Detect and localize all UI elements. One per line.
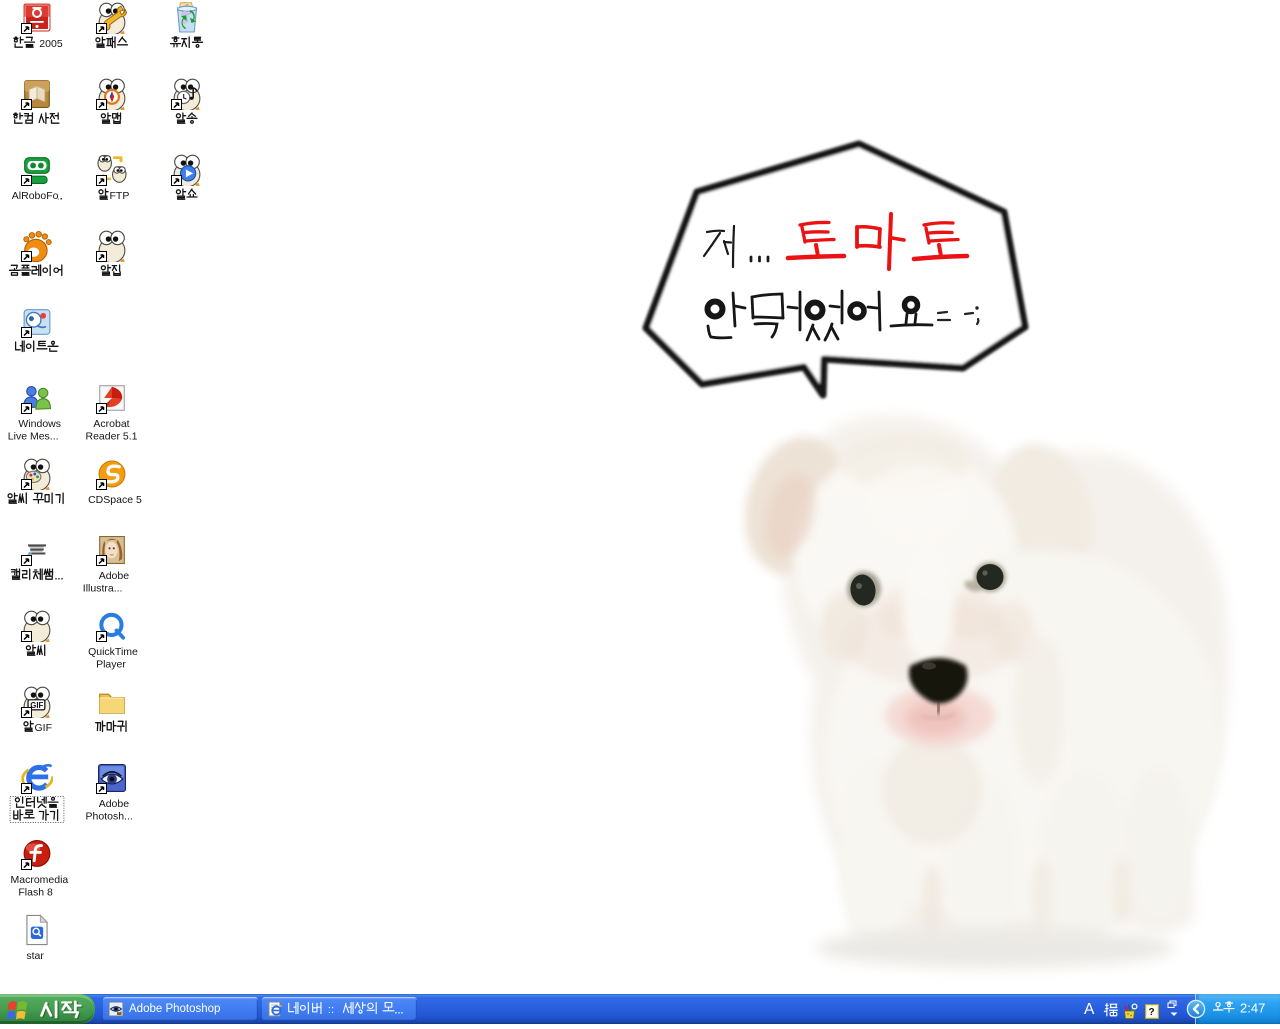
svg-text:GIF: GIF [35, 722, 53, 734]
svg-text:Live Mes...: Live Mes... [8, 431, 59, 443]
svg-text:Macromedia: Macromedia [11, 874, 69, 886]
svg-text:Player: Player [96, 659, 126, 671]
svg-text:Adobe: Adobe [99, 798, 130, 810]
svg-text:?: ? [1149, 1007, 1155, 1018]
svg-text:FTP: FTP [110, 190, 130, 202]
svg-text:Reader 5.1: Reader 5.1 [86, 431, 138, 443]
svg-text:Windows: Windows [18, 418, 61, 430]
svg-text:QuickTime: QuickTime [88, 646, 138, 658]
svg-text:AlRoboFo: AlRoboFo [12, 190, 59, 202]
svg-text:2:47: 2:47 [1240, 1001, 1265, 1016]
svg-text:A: A [1084, 1001, 1095, 1018]
svg-text:2005: 2005 [39, 38, 63, 50]
svg-text:::: :: [328, 1004, 334, 1016]
svg-text:Adobe: Adobe [99, 570, 130, 582]
svg-text:Flash 8: Flash 8 [18, 887, 53, 899]
svg-text:GIF: GIF [30, 701, 43, 710]
svg-text:Photosh...: Photosh... [86, 811, 133, 823]
svg-text:star: star [26, 950, 44, 962]
svg-text:CDSpace 5: CDSpace 5 [88, 494, 142, 506]
svg-text:Illustra...: Illustra... [83, 583, 123, 595]
svg-text:Acrobat: Acrobat [93, 418, 129, 430]
